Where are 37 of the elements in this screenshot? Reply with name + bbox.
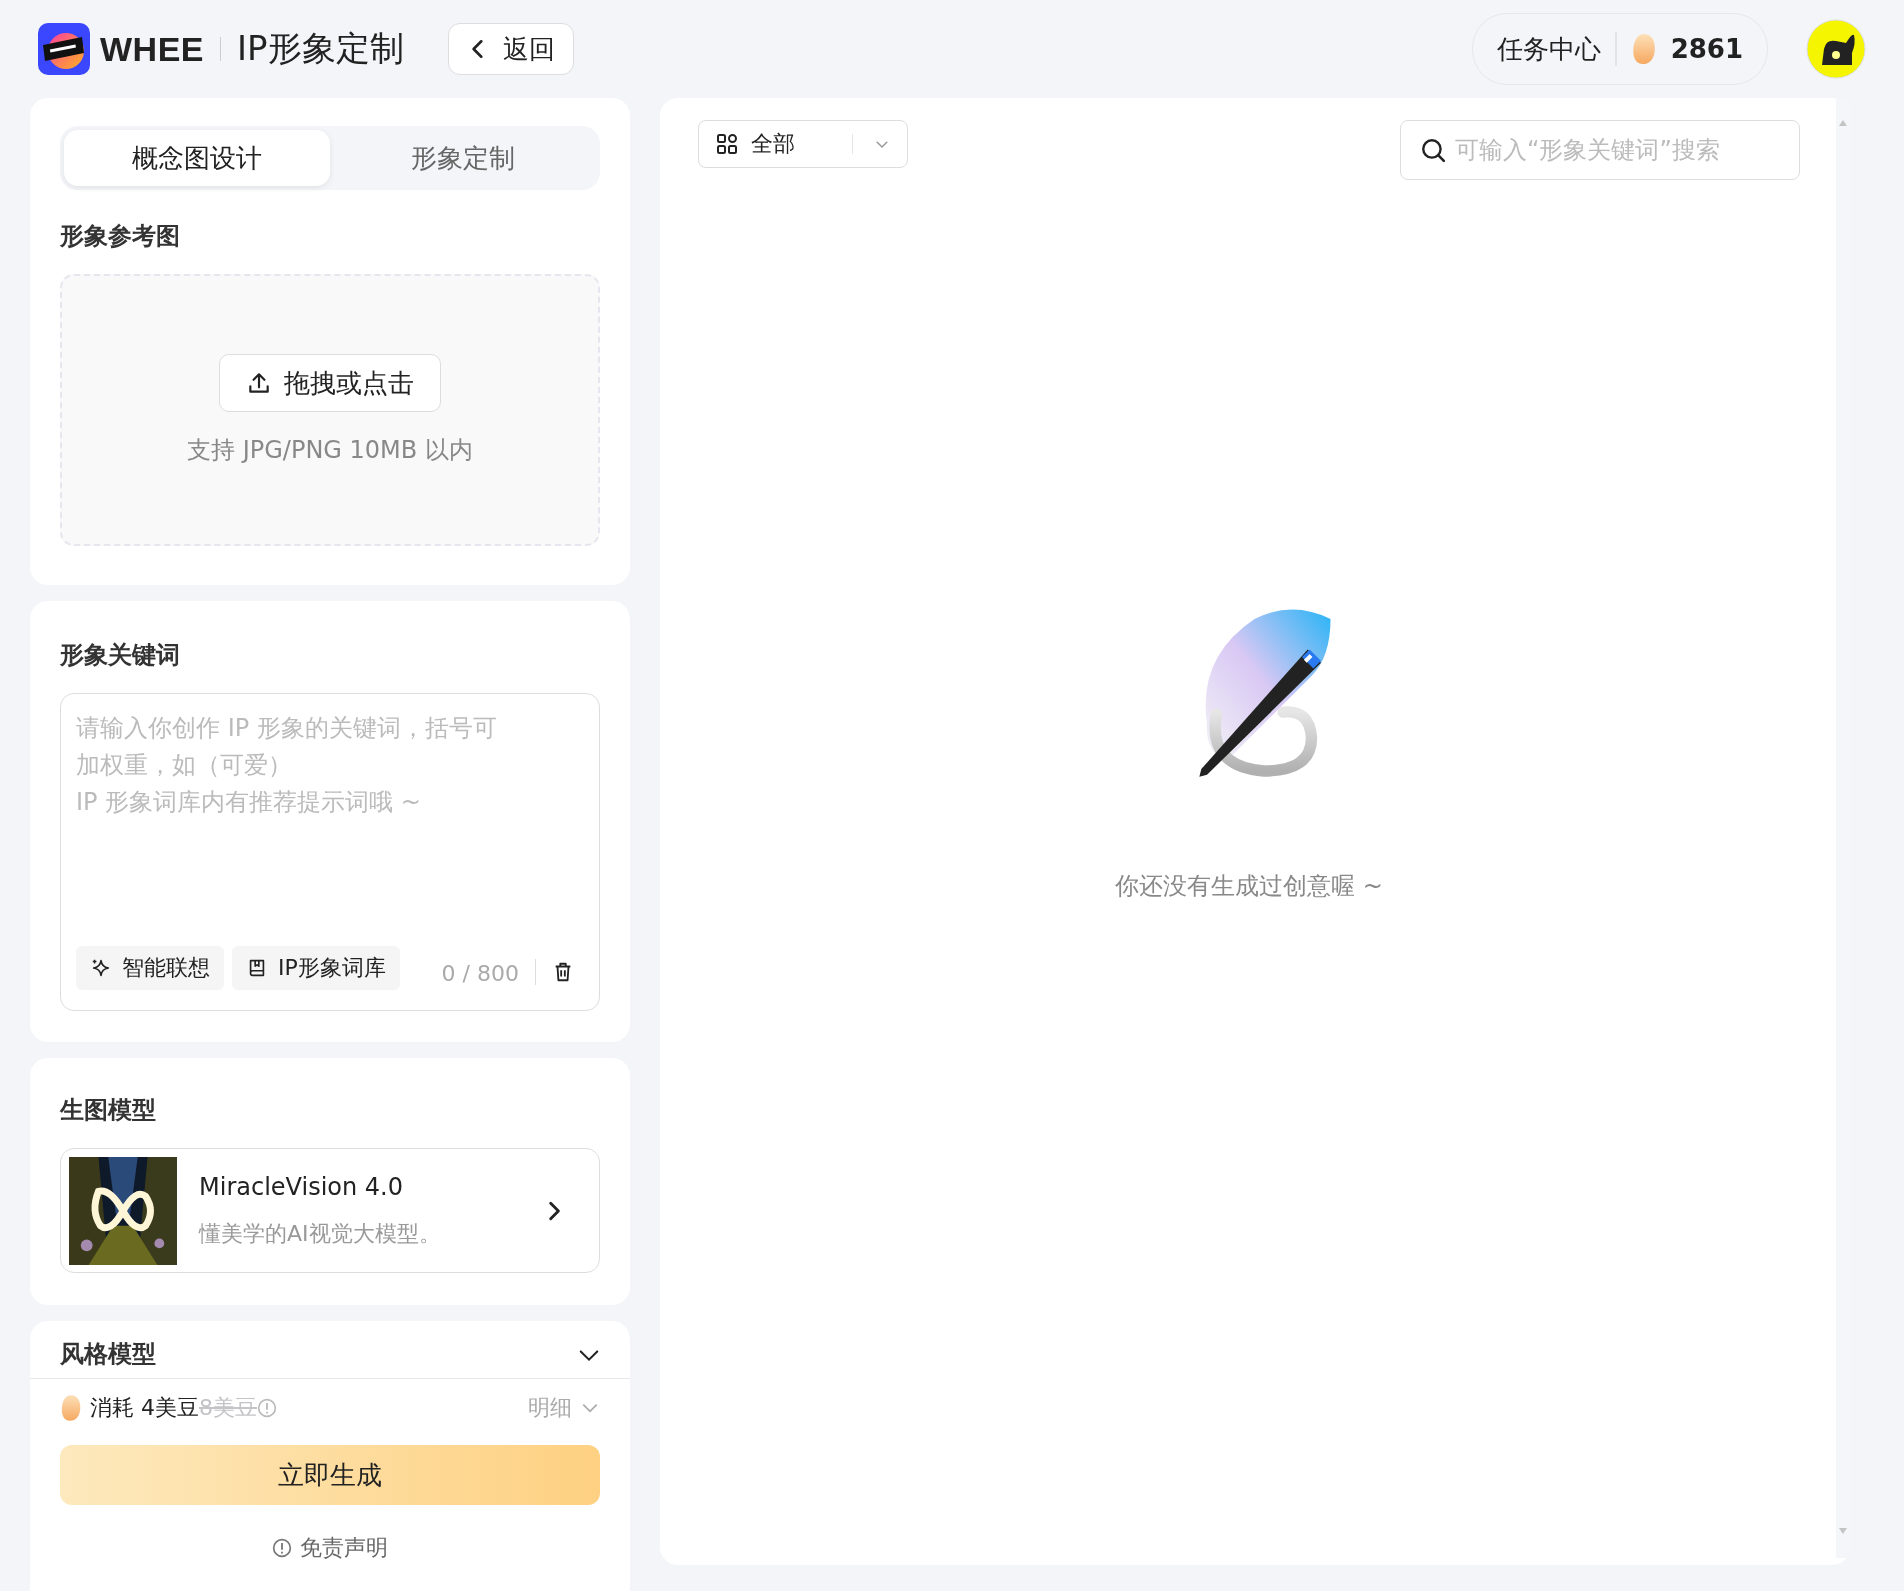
keywords-field[interactable]: 请输入你创作 IP 形象的关键词，括号可加权重，如（可爱） IP 形象词库内有推荐提示词哦 ~ 智能联想 IP形象词库 0 / 800 <box>60 693 600 1011</box>
upload-area[interactable]: 拖拽或点击 支持 JPG/PNG 10MB 以内 <box>60 274 600 546</box>
mode-tab[interactable]: 形象定制 <box>330 130 596 186</box>
model-selector[interactable]: MiracleVision 4.0 懂美学的AI视觉大模型。 <box>60 1148 600 1273</box>
keyword-tool-button[interactable]: 智能联想 <box>76 946 224 990</box>
generate-button[interactable]: 立即生成 <box>60 1445 600 1505</box>
empty-state-message: 你还没有生成过创意喔 ~ <box>1115 871 1383 902</box>
section-title: 形象关键词 <box>60 640 181 671</box>
model-name: MiracleVision 4.0 <box>199 1172 404 1201</box>
page-title: IP形象定制 <box>237 27 404 70</box>
grid-icon <box>715 132 739 156</box>
cost-label: 消耗 4美豆 <box>90 1394 199 1422</box>
logo-icon <box>38 23 90 75</box>
bean-count: 2861 <box>1670 34 1743 64</box>
upload-icon <box>246 370 272 396</box>
sparkle-icon <box>90 957 112 979</box>
logo-text: WHEE <box>100 29 204 69</box>
character-counter: 0 / 800 <box>441 960 519 986</box>
filter-dropdown[interactable]: 全部 <box>698 120 908 168</box>
keyword-tool-button[interactable]: IP形象词库 <box>232 946 400 990</box>
model-description: 懂美学的AI视觉大模型。 <box>199 1219 442 1248</box>
info-icon <box>272 1538 292 1558</box>
back-button[interactable]: 返回 <box>447 23 574 75</box>
disclaimer-link[interactable]: 免责声明 <box>300 1533 388 1563</box>
mode-tab[interactable]: 概念图设计 <box>64 130 330 186</box>
upload-hint: 支持 JPG/PNG 10MB 以内 <box>187 435 473 466</box>
section-title: 风格模型 <box>60 1339 156 1369</box>
avatar-icon[interactable] <box>1806 19 1866 79</box>
section-title: 形象参考图 <box>60 221 181 252</box>
task-center-link[interactable]: 任务中心 <box>1496 31 1601 67</box>
bean-icon <box>60 1394 82 1422</box>
bean-icon <box>1630 33 1657 65</box>
upload-button[interactable]: 拖拽或点击 <box>219 354 441 412</box>
search-icon <box>1420 137 1446 163</box>
section-title: 生图模型 <box>60 1095 157 1126</box>
search-field[interactable]: 可输入“形象关键词”搜索 <box>1400 120 1800 180</box>
original-cost: 8美豆 <box>199 1394 257 1422</box>
